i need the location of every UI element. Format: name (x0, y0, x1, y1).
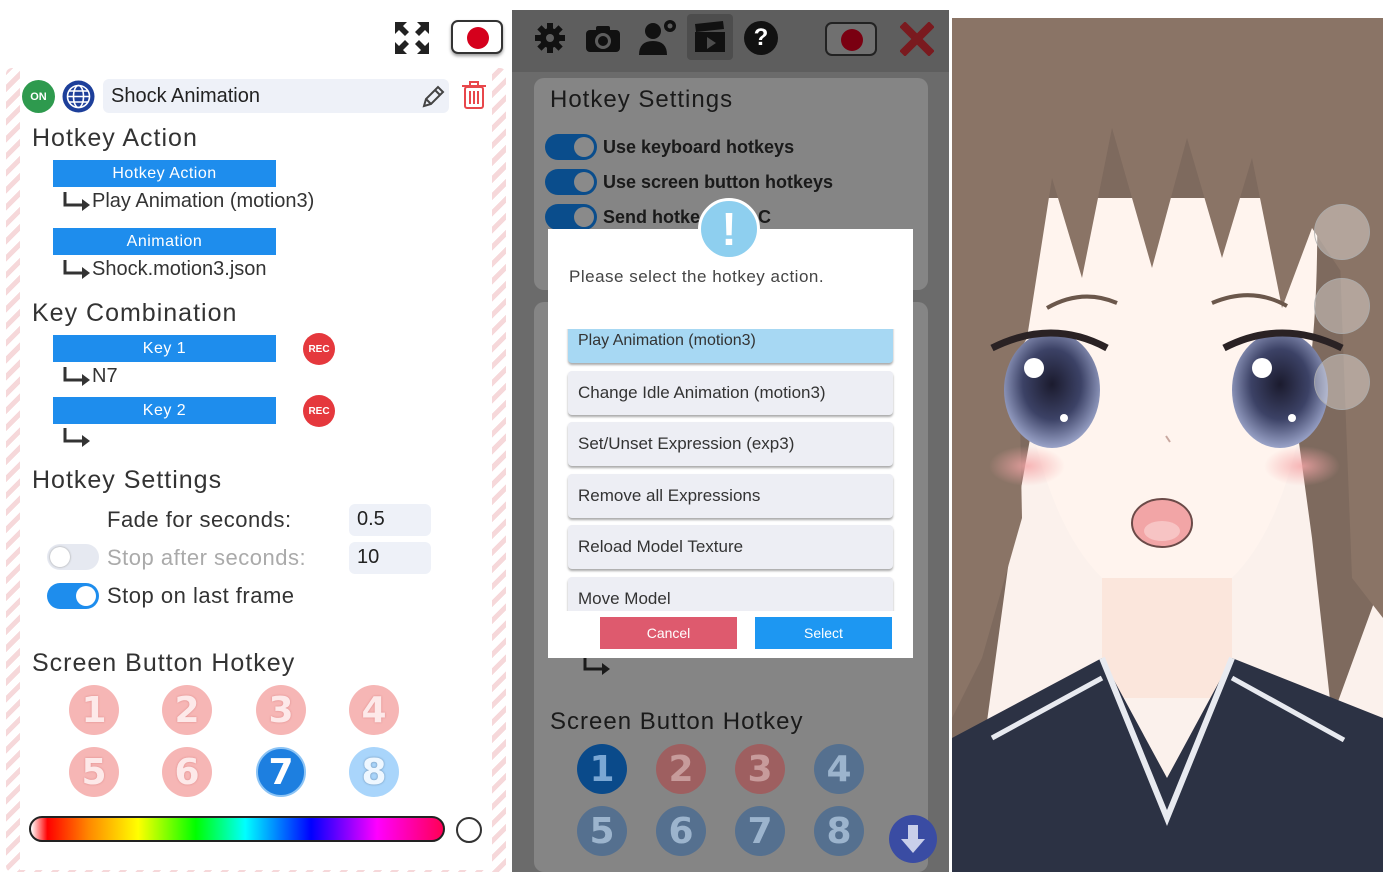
screen-button-4[interactable]: 4 (814, 744, 864, 794)
action-option[interactable]: Change Idle Animation (motion3) (568, 371, 893, 415)
animation-value-row: Shock.motion3.json (62, 258, 267, 281)
return-arrow-icon (63, 191, 90, 211)
key1-rec-button[interactable]: REC (303, 333, 335, 365)
key1-value-row: N7 (62, 365, 118, 388)
screen-button-hotkeys-toggle[interactable] (545, 169, 597, 195)
key1-value: N7 (92, 365, 118, 387)
screen-button-6[interactable]: 6 (162, 747, 212, 797)
select-button[interactable]: Select (755, 617, 892, 649)
stop-after-label: Stop after seconds: (107, 545, 307, 570)
send-hotkeys-label-suffix: C (758, 207, 771, 227)
screen-button-6[interactable]: 6 (656, 806, 706, 856)
trash-icon[interactable] (460, 80, 488, 110)
camera-icon[interactable] (585, 24, 621, 54)
key2-button[interactable]: Key 2 (53, 397, 276, 424)
hotkey-edit-panel: ON Shock Animation Hotkey Action Hotkey … (0, 0, 512, 872)
character-illustration (952, 18, 1383, 872)
action-option[interactable]: Reload Model Texture (568, 525, 893, 569)
screen-button-8[interactable]: 8 (814, 806, 864, 856)
close-icon[interactable] (900, 22, 934, 56)
action-option[interactable]: Move Model (568, 577, 893, 611)
hotkey-settings-title: Hotkey Settings (550, 86, 734, 113)
screen-button-heading: Screen Button Hotkey (32, 649, 296, 677)
scroll-down-button[interactable] (889, 815, 937, 863)
record-dot-icon (467, 27, 489, 49)
alert-icon: ! (698, 198, 760, 260)
fade-label: Fade for seconds: (107, 507, 292, 532)
side-button-1[interactable] (1314, 204, 1370, 260)
hotkey-settings-heading: Hotkey Settings (32, 466, 223, 494)
return-arrow-icon (63, 366, 90, 386)
screen-button-7[interactable]: 7 (256, 747, 306, 797)
hotkey-action-dialog: Please select the hotkey action. Play An… (548, 229, 913, 658)
action-option[interactable]: Set/Unset Expression (exp3) (568, 422, 893, 466)
return-arrow-icon (63, 428, 90, 447)
color-slider[interactable] (29, 816, 445, 842)
stop-last-frame-toggle[interactable] (47, 583, 99, 609)
action-option[interactable]: Remove all Expressions (568, 474, 893, 518)
animation-name-field[interactable]: Shock Animation (103, 79, 449, 113)
record-button[interactable] (451, 20, 503, 54)
screen-button-3[interactable]: 3 (735, 744, 785, 794)
arrow-down-icon (901, 825, 925, 853)
gear-icon[interactable] (534, 22, 566, 54)
screen-button-1[interactable]: 1 (69, 685, 119, 735)
return-arrow-icon (583, 656, 610, 675)
stop-after-toggle[interactable] (47, 544, 99, 570)
screen-button-5[interactable]: 5 (69, 747, 119, 797)
fullscreen-icon[interactable] (393, 20, 431, 56)
fade-input[interactable]: 0.5 (349, 504, 431, 536)
hotkey-action-button[interactable]: Hotkey Action (53, 160, 276, 187)
keyboard-hotkeys-toggle[interactable] (545, 134, 597, 160)
key2-rec-button[interactable]: REC (303, 395, 335, 427)
side-button-3[interactable] (1314, 354, 1370, 410)
hotkey-action-heading: Hotkey Action (32, 124, 198, 152)
stop-last-frame-label: Stop on last frame (107, 583, 295, 608)
help-icon[interactable]: ? (744, 21, 778, 55)
screen-button-2[interactable]: 2 (656, 744, 706, 794)
screen-button-4[interactable]: 4 (349, 685, 399, 735)
clapperboard-icon[interactable] (693, 20, 727, 54)
on-badge[interactable]: ON (22, 80, 55, 113)
action-option-selected[interactable]: Play Animation (motion3) (568, 329, 893, 363)
send-hotkeys-toggle[interactable] (545, 204, 597, 230)
side-button-2[interactable] (1314, 278, 1370, 334)
keyboard-hotkeys-label: Use keyboard hotkeys (603, 137, 795, 157)
color-white-swatch[interactable] (456, 817, 482, 843)
screen-button-hotkeys-label: Use screen button hotkeys (603, 172, 834, 192)
pencil-icon[interactable] (420, 84, 446, 110)
return-arrow-icon (63, 259, 90, 279)
screen-button-heading: Screen Button Hotkey (550, 708, 804, 735)
screen-button-5[interactable]: 5 (577, 806, 627, 856)
screen-button-1[interactable]: 1 (577, 744, 627, 794)
screen-button-7[interactable]: 7 (735, 806, 785, 856)
action-options-list[interactable]: Play Animation (motion3) Change Idle Ani… (548, 329, 913, 611)
hotkey-action-value-row: Play Animation (motion3) (62, 190, 314, 213)
key1-button[interactable]: Key 1 (53, 335, 276, 362)
animation-value: Shock.motion3.json (92, 258, 267, 280)
key2-value-row (62, 427, 92, 449)
dialog-message: Please select the hotkey action. (569, 267, 825, 286)
model-preview (952, 18, 1383, 872)
send-hotkeys-label: Send hotke (603, 207, 701, 227)
record-dot-icon (841, 29, 863, 51)
stop-after-input[interactable]: 10 (349, 542, 431, 574)
hotkey-settings-screen: ? Hotkey Settings Use keyboard hotkeys U… (512, 0, 949, 872)
hotkey-action-value: Play Animation (motion3) (92, 190, 315, 212)
screen-button-3[interactable]: 3 (256, 685, 306, 735)
record-button[interactable] (825, 22, 877, 56)
key-combination-heading: Key Combination (32, 299, 238, 327)
user-settings-icon[interactable] (637, 17, 679, 57)
screen-button-8[interactable]: 8 (349, 747, 399, 797)
screen-button-2[interactable]: 2 (162, 685, 212, 735)
animation-button[interactable]: Animation (53, 228, 276, 255)
cancel-button[interactable]: Cancel (600, 617, 737, 649)
globe-icon[interactable] (62, 80, 95, 113)
